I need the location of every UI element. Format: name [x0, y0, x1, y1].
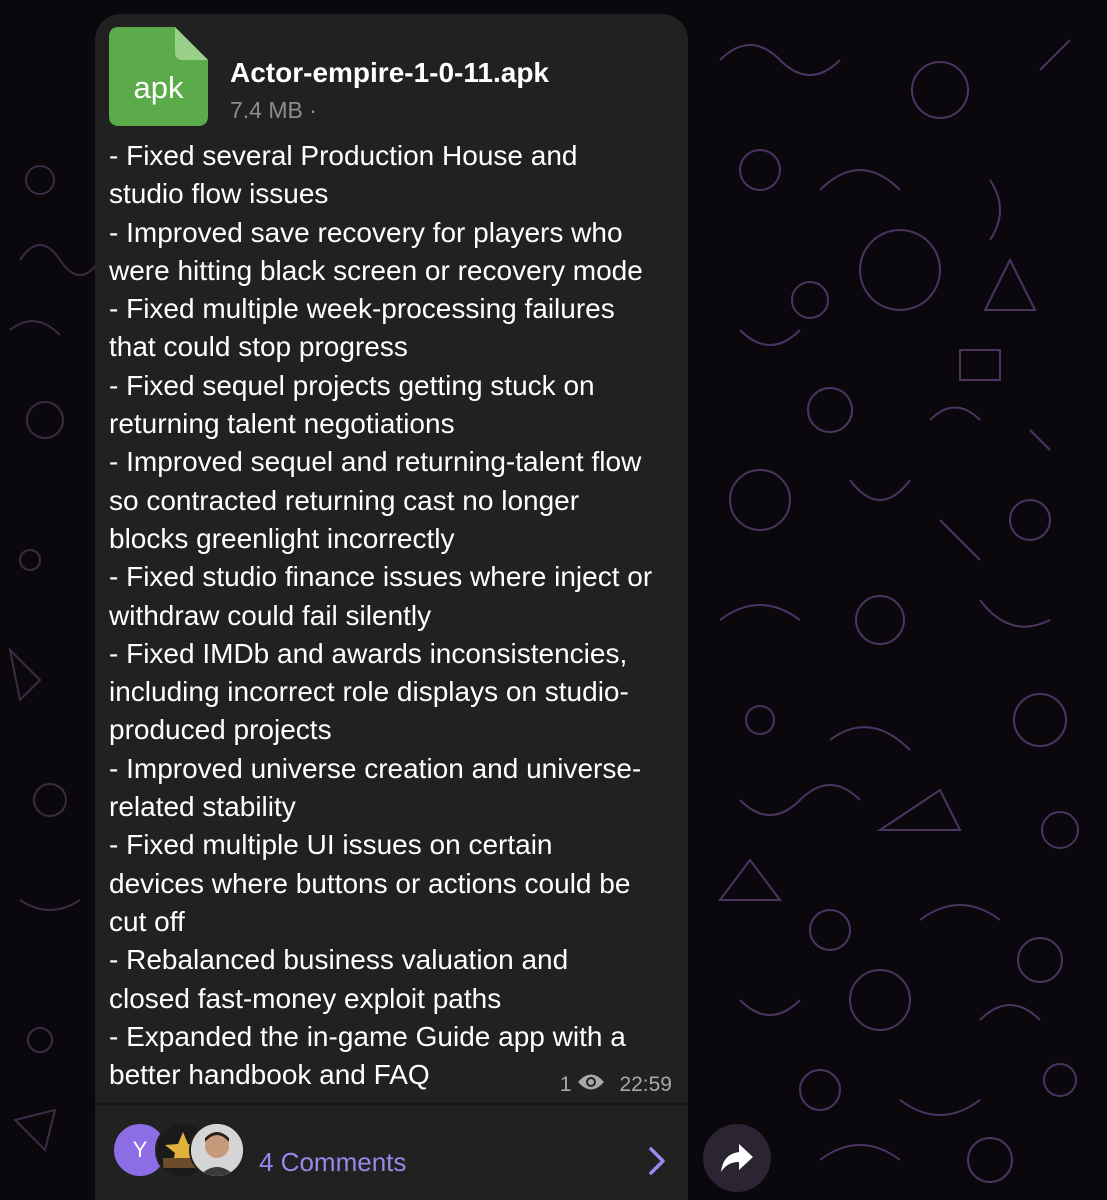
- message-line: were hitting black screen or recovery mo…: [109, 254, 643, 286]
- message-line: - Fixed several Production House and: [109, 140, 578, 171]
- chevron-right-icon[interactable]: [647, 1146, 667, 1181]
- message-bubble: apk Actor-empire-1-0-11.apk 7.4 MB · - F…: [95, 14, 688, 1200]
- avatar: [189, 1122, 245, 1178]
- message-line: - Improved sequel and returning-talent f…: [109, 446, 642, 478]
- message-text: - Fixed several Production House and stu…: [109, 137, 684, 1094]
- message-line: - Improved universe creation and univers…: [109, 752, 642, 784]
- message-meta: 1 22:59: [560, 1070, 672, 1100]
- message-line: - Fixed sequel projects getting stuck on: [109, 369, 595, 401]
- message-line: - Fixed IMDb and awards inconsistencies,: [109, 637, 628, 669]
- file-extension-label: apk: [133, 70, 184, 105]
- file-name: Actor-empire-1-0-11.apk: [230, 57, 550, 88]
- view-count: 1: [559, 1073, 572, 1096]
- message-line: - Rebalanced business valuation and: [109, 944, 569, 976]
- message-line: - Expanded the in-game Guide app with a: [109, 1020, 626, 1052]
- comments-button[interactable]: Y 4 Comments: [95, 1105, 688, 1200]
- message-line: related stability: [109, 791, 296, 823]
- message-line: - Fixed studio finance issues where inje…: [109, 561, 653, 593]
- eye-icon: [577, 1073, 605, 1097]
- message-line: that could stop progress: [109, 331, 408, 363]
- message-time: 22:59: [619, 1073, 672, 1096]
- file-size: 7.4 MB ·: [230, 97, 317, 123]
- forward-arrow-icon: [721, 1144, 753, 1172]
- message-line: - Fixed multiple week-processing failure…: [109, 293, 615, 325]
- message-line: produced projects: [109, 714, 332, 746]
- message-line: studio flow issues: [109, 178, 329, 210]
- message-line: closed fast-money exploit paths: [109, 982, 502, 1014]
- message-line: withdraw could fail silently: [109, 599, 432, 631]
- share-button[interactable]: [703, 1124, 771, 1192]
- message-line: blocks greenlight incorrectly: [109, 522, 455, 554]
- message-line: devices where buttons or actions could b…: [109, 867, 631, 899]
- message-line: - Improved save recovery for players who: [109, 216, 623, 248]
- message-line: - Fixed multiple UI issues on certain: [109, 829, 553, 861]
- message-line: cut off: [109, 905, 185, 937]
- comments-label[interactable]: 4 Comments: [259, 1145, 406, 1179]
- message-line: including incorrect role displays on stu…: [109, 676, 629, 708]
- document-file-icon[interactable]: apk: [109, 27, 208, 126]
- message-line: returning talent negotiations: [109, 408, 455, 440]
- avatar-letter: Y: [132, 1137, 148, 1162]
- file-attachment[interactable]: apk Actor-empire-1-0-11.apk 7.4 MB ·: [109, 27, 669, 127]
- message-line: so contracted returning cast no longer: [109, 484, 580, 516]
